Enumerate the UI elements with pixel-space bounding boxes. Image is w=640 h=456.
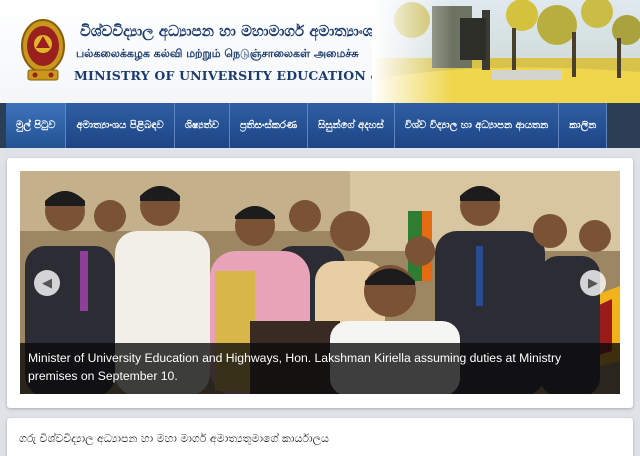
chevron-left-icon: ◀ [42, 275, 52, 291]
news-slider-card: ◀ ▶ Minister of University Education and… [7, 158, 633, 408]
nav-item-universities-institutions[interactable]: විශ්ව විද්‍යාල හා අධ්‍යාපන ආයතන [394, 103, 560, 148]
nav-item-reforms[interactable]: ප්‍රතිසංස්කරණ [229, 103, 309, 148]
nav-item-about-ministry[interactable]: අමාත්‍යාංශය පිළිබඳව [66, 103, 175, 148]
nav-item-home[interactable]: මුල් පිටුව [6, 103, 67, 148]
nav-item-scholarships[interactable]: ශිෂ්‍යත්ව [174, 103, 230, 148]
sri-lanka-emblem-logo[interactable] [20, 18, 66, 84]
ministry-title-sinhala: විශ්වවිද්‍යාල අධ්‍යාපන හා මහාමාර්ග අමාත්… [80, 22, 385, 40]
site-header: විශ්වවිද්‍යාල අධ්‍යාපන හා මහාමාර්ග අමාත්… [0, 0, 640, 103]
nav-item-student-opinions[interactable]: සිසුන්ගේ අදහස් [308, 103, 395, 148]
main-navigation: මුල් පිටුව අමාත්‍යාංශය පිළිබඳව ශිෂ්‍යත්ව… [0, 103, 640, 148]
slider-next-arrow[interactable]: ▶ [580, 270, 606, 296]
slider-prev-arrow[interactable]: ◀ [34, 270, 60, 296]
slide-caption: Minister of University Education and Hig… [20, 343, 620, 394]
chevron-right-icon: ▶ [588, 275, 598, 291]
slide-photo[interactable]: ◀ ▶ Minister of University Education and… [20, 171, 620, 394]
minister-office-title: ගරු විශ්වවිද්‍යාල අධ්‍යාපන හා මහා මාර්ග … [19, 432, 329, 445]
ministry-title-tamil: பல்கலைக்கழக கல்வி மற்றும் நெடுஞ்சாலைகள் … [76, 47, 359, 60]
nav-item-timely[interactable]: කාලින [559, 103, 608, 148]
header-banner-photo [372, 0, 640, 103]
minister-office-card: ගරු විශ්වවිද්‍යාල අධ්‍යාපන හා මහා මාර්ග … [7, 418, 633, 456]
